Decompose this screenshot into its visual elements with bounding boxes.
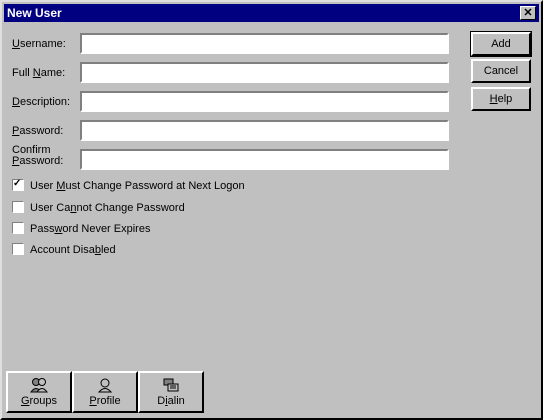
checkbox-box[interactable]	[12, 222, 24, 235]
groups-button[interactable]: Groups	[6, 371, 72, 413]
account-disabled-checkbox[interactable]: Account Disabled	[12, 243, 116, 258]
profile-icon	[97, 378, 113, 393]
checkbox-box[interactable]: ✓	[12, 178, 24, 192]
username-label: Username:	[12, 38, 66, 50]
window-title: New User	[7, 6, 62, 20]
cancel-button[interactable]: Cancel	[471, 59, 531, 83]
password-never-expires-checkbox[interactable]: Password Never Expires	[12, 222, 150, 237]
dialin-icon	[163, 378, 179, 392]
description-label: Description:	[12, 96, 71, 108]
groups-button-label: Groups	[20, 395, 58, 407]
password-label: Password:	[12, 125, 64, 137]
help-button[interactable]: Help	[471, 87, 531, 111]
dialin-button[interactable]: Dialin	[138, 371, 204, 413]
checkbox-box[interactable]	[12, 201, 24, 214]
password-input[interactable]	[80, 120, 449, 141]
description-input[interactable]	[80, 91, 449, 112]
close-icon: ✕	[523, 7, 533, 19]
dialin-button-label: Dialin	[157, 395, 185, 407]
profile-button-label: Profile	[89, 395, 121, 407]
username-input[interactable]	[80, 33, 449, 54]
checkbox-box[interactable]	[12, 243, 24, 256]
fullname-label: Full Name:	[12, 67, 66, 79]
fullname-input[interactable]	[80, 62, 449, 83]
title-bar: New User ✕	[4, 4, 539, 22]
checkmark-icon: ✓	[13, 178, 22, 190]
cannot-change-password-checkbox[interactable]: User Cannot Change Password	[12, 201, 185, 216]
add-button[interactable]: Add	[470, 31, 532, 57]
confirm-password-label: Confirm Password:	[12, 144, 64, 167]
confirm-password-input[interactable]	[80, 149, 449, 170]
close-button[interactable]: ✕	[520, 6, 536, 20]
must-change-password-checkbox[interactable]: ✓ User Must Change Password at Next Logon	[12, 178, 245, 194]
profile-button[interactable]: Profile	[72, 371, 138, 413]
groups-icon	[30, 378, 48, 393]
